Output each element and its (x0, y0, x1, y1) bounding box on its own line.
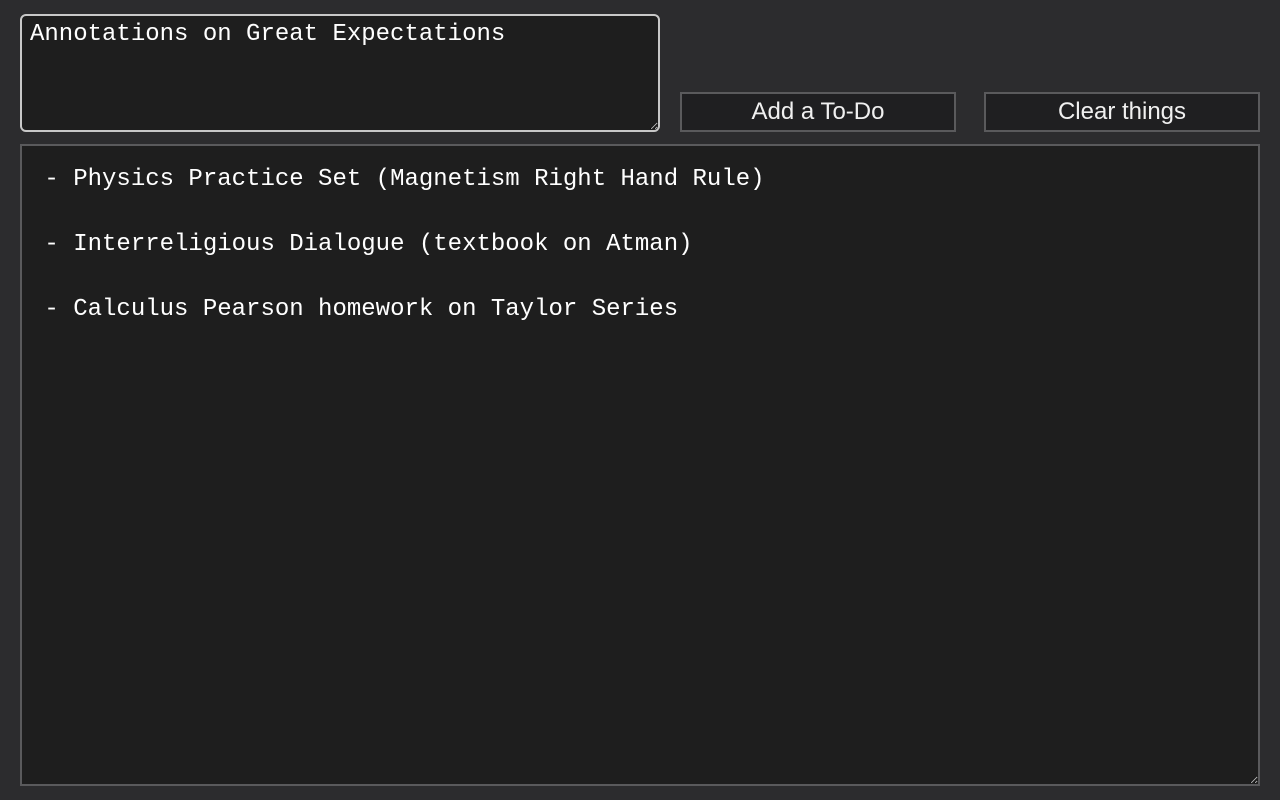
controls-group: Add a To-Do Clear things (680, 92, 1260, 132)
todo-input[interactable] (20, 14, 660, 132)
todo-list-display[interactable] (20, 144, 1260, 786)
add-todo-button[interactable]: Add a To-Do (680, 92, 956, 132)
top-row: Add a To-Do Clear things (20, 14, 1260, 132)
clear-button[interactable]: Clear things (984, 92, 1260, 132)
app-container: Add a To-Do Clear things (0, 0, 1280, 800)
